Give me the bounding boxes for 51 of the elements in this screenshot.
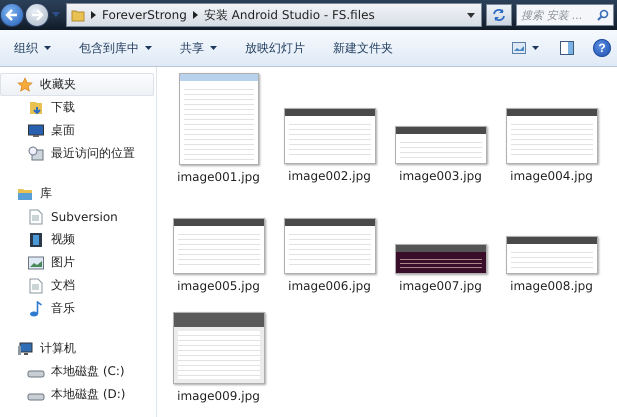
refresh-button[interactable] bbox=[486, 4, 512, 26]
sidebar-item[interactable]: 本地磁盘 (D:) bbox=[0, 383, 156, 406]
toolbar-button[interactable]: 放映幻灯片 bbox=[238, 36, 312, 60]
breadcrumb[interactable]: 安装 Android Studio - FS.files bbox=[204, 6, 375, 24]
sidebar-item[interactable]: 视频 bbox=[0, 228, 156, 251]
desktop-icon bbox=[27, 124, 45, 138]
file-item[interactable]: image001.jpg bbox=[163, 73, 274, 183]
download-icon bbox=[27, 100, 45, 116]
chevron-icon[interactable] bbox=[91, 11, 96, 19]
breadcrumb[interactable]: ForeverStrong bbox=[102, 8, 187, 22]
music-icon bbox=[27, 300, 45, 316]
star-icon bbox=[16, 76, 34, 92]
file-item[interactable]: image005.jpg bbox=[163, 183, 274, 293]
doc-icon bbox=[27, 208, 45, 224]
sidebar-item[interactable]: 图片 bbox=[0, 251, 156, 274]
sidebar-item[interactable]: 桌面 bbox=[0, 119, 156, 142]
refresh-icon bbox=[492, 8, 506, 22]
doc-icon bbox=[27, 278, 45, 294]
sidebar-item[interactable]: 收藏夹 bbox=[0, 73, 154, 96]
toolbar-button[interactable]: 共享 bbox=[173, 36, 224, 60]
sidebar-item[interactable]: 库 bbox=[0, 182, 156, 205]
sidebar-item[interactable]: 音乐 bbox=[0, 297, 156, 320]
toolbar-button[interactable]: 新建文件夹 bbox=[326, 36, 400, 60]
forward-button[interactable] bbox=[25, 3, 49, 27]
file-item[interactable]: image007.jpg bbox=[385, 183, 496, 293]
toolbar-button[interactable]: 包含到库中 bbox=[72, 36, 159, 60]
chevron-icon[interactable] bbox=[192, 11, 198, 19]
sidebar-item[interactable]: 最近访问的位置 bbox=[0, 142, 156, 165]
file-item[interactable]: image003.jpg bbox=[385, 73, 496, 183]
picture-icon bbox=[27, 256, 45, 270]
sidebar-item[interactable]: 本地磁盘 (C:) bbox=[0, 360, 156, 383]
arrow-left-icon bbox=[5, 8, 19, 22]
back-button[interactable] bbox=[0, 3, 24, 27]
search-icon[interactable] bbox=[597, 9, 609, 21]
search-field[interactable]: 搜索 安装 ... bbox=[516, 4, 614, 26]
sidebar-item[interactable]: 文档 bbox=[0, 274, 156, 297]
arrow-right-icon bbox=[30, 8, 44, 22]
folder-icon bbox=[71, 8, 85, 22]
file-item[interactable]: image002.jpg bbox=[274, 73, 385, 183]
help-button[interactable]: ? bbox=[593, 39, 611, 57]
computer-icon bbox=[16, 342, 34, 356]
address-bar[interactable]: ForeverStrong 安装 Android Studio - FS.files bbox=[66, 3, 482, 27]
file-item[interactable]: image009.jpg bbox=[163, 293, 274, 403]
dropdown-icon[interactable] bbox=[467, 12, 475, 18]
file-item[interactable]: image006.jpg bbox=[274, 183, 385, 293]
toolbar-button[interactable]: 组织 bbox=[7, 36, 58, 60]
sidebar-item[interactable]: 计算机 bbox=[0, 337, 156, 360]
sidebar-item[interactable]: Subversion bbox=[0, 205, 156, 228]
file-item[interactable]: image004.jpg bbox=[496, 73, 607, 183]
file-item[interactable]: image008.jpg bbox=[496, 183, 607, 293]
sidebar-item[interactable]: 下载 bbox=[0, 96, 156, 119]
